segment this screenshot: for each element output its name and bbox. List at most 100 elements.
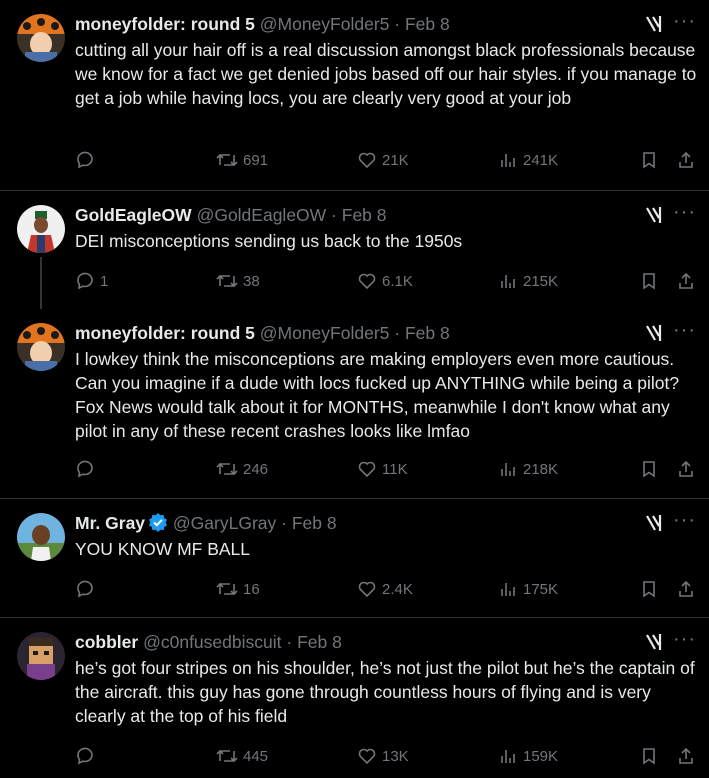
- timestamp[interactable]: Feb 8: [342, 205, 387, 225]
- view-count: 218K: [523, 460, 559, 478]
- action-bar: 1 38 6.1K 215K: [75, 271, 700, 295]
- like-count: 2.4K: [382, 580, 413, 598]
- more-options-icon[interactable]: ···: [673, 628, 696, 651]
- timestamp[interactable]: Feb 8: [297, 632, 342, 652]
- tweet[interactable]: moneyfolder: round 5 @MoneyFolder5 · Feb…: [0, 0, 709, 190]
- share-button[interactable]: [676, 579, 696, 599]
- retweet-button[interactable]: 246: [216, 459, 268, 479]
- retweet-button[interactable]: 16: [216, 579, 260, 599]
- tweet[interactable]: cobbler @c0nfusedbiscuit · Feb 8 ··· he’…: [0, 618, 709, 778]
- tweet-header: Mr. Gray @GaryLGray · Feb 8: [75, 511, 337, 538]
- share-icon: [676, 746, 696, 766]
- retweet-count: 246: [243, 460, 269, 478]
- grok-icon[interactable]: [645, 513, 665, 538]
- retweet-button[interactable]: 691: [216, 150, 268, 170]
- tweet[interactable]: GoldEagleOW @GoldEagleOW · Feb 8 ··· DEI…: [0, 191, 709, 309]
- retweet-count: 38: [243, 272, 260, 290]
- like-button[interactable]: 11K: [357, 459, 408, 479]
- display-name[interactable]: GoldEagleOW: [75, 205, 192, 225]
- timestamp[interactable]: Feb 8: [405, 323, 450, 343]
- dot-separator: ·: [389, 14, 405, 34]
- views-icon: [498, 150, 518, 170]
- more-options-icon[interactable]: ···: [673, 319, 696, 342]
- avatar[interactable]: [17, 513, 65, 561]
- reply-icon: [75, 459, 95, 479]
- reply-button[interactable]: [75, 579, 100, 599]
- view-count: 241K: [523, 151, 559, 169]
- reply-button[interactable]: 1: [75, 271, 108, 291]
- display-name[interactable]: moneyfolder: round 5: [75, 323, 255, 343]
- heart-icon: [357, 579, 377, 599]
- retweet-icon: [216, 746, 238, 766]
- action-bar: 445 13K 159K: [75, 746, 700, 770]
- handle[interactable]: @c0nfusedbiscuit: [143, 632, 281, 652]
- bookmark-button[interactable]: [639, 150, 659, 170]
- grok-icon[interactable]: [645, 14, 665, 39]
- heart-icon: [357, 150, 377, 170]
- thread-line: [40, 257, 42, 309]
- views-button[interactable]: 215K: [498, 271, 558, 291]
- like-button[interactable]: 6.1K: [357, 271, 413, 291]
- retweet-icon: [216, 150, 238, 170]
- share-button[interactable]: [676, 271, 696, 291]
- like-count: 21K: [382, 151, 409, 169]
- retweet-button[interactable]: 38: [216, 271, 260, 291]
- like-button[interactable]: 2.4K: [357, 579, 413, 599]
- like-button[interactable]: 21K: [357, 150, 409, 170]
- tweet-header: moneyfolder: round 5 @MoneyFolder5 · Feb…: [75, 12, 450, 36]
- retweet-count: 16: [243, 580, 260, 598]
- share-button[interactable]: [676, 150, 696, 170]
- retweet-icon: [216, 459, 238, 479]
- views-icon: [498, 579, 518, 599]
- reply-icon: [75, 150, 95, 170]
- like-button[interactable]: 13K: [357, 746, 409, 766]
- views-button[interactable]: 175K: [498, 579, 558, 599]
- bookmark-button[interactable]: [639, 459, 659, 479]
- share-button[interactable]: [676, 459, 696, 479]
- bookmark-button[interactable]: [639, 271, 659, 291]
- timestamp[interactable]: Feb 8: [292, 513, 337, 533]
- handle[interactable]: @MoneyFolder5: [260, 14, 390, 34]
- views-button[interactable]: 159K: [498, 746, 558, 766]
- avatar[interactable]: [17, 205, 65, 253]
- more-options-icon[interactable]: ···: [673, 10, 696, 33]
- timeline: moneyfolder: round 5 @MoneyFolder5 · Feb…: [0, 0, 709, 778]
- view-count: 175K: [523, 580, 559, 598]
- grok-icon[interactable]: [645, 205, 665, 230]
- handle[interactable]: @MoneyFolder5: [260, 323, 390, 343]
- grok-icon[interactable]: [645, 323, 665, 348]
- display-name[interactable]: moneyfolder: round 5: [75, 14, 255, 34]
- more-options-icon[interactable]: ···: [673, 201, 696, 224]
- avatar[interactable]: [17, 14, 65, 62]
- reply-icon: [75, 579, 95, 599]
- tweet-text: YOU KNOW MF BALL: [75, 539, 251, 559]
- bookmark-button[interactable]: [639, 746, 659, 766]
- bookmark-icon: [639, 579, 659, 599]
- tweet-header: moneyfolder: round 5 @MoneyFolder5 · Feb…: [75, 321, 450, 345]
- reply-button[interactable]: [75, 746, 100, 766]
- views-button[interactable]: 241K: [498, 150, 558, 170]
- views-icon: [498, 746, 518, 766]
- bookmark-button[interactable]: [639, 579, 659, 599]
- views-button[interactable]: 218K: [498, 459, 558, 479]
- share-icon: [676, 579, 696, 599]
- share-button[interactable]: [676, 746, 696, 766]
- display-name[interactable]: cobbler: [75, 632, 138, 652]
- tweet[interactable]: moneyfolder: round 5 @MoneyFolder5 · Feb…: [0, 309, 709, 498]
- avatar[interactable]: [17, 632, 65, 680]
- grok-icon[interactable]: [645, 632, 665, 657]
- retweet-button[interactable]: 445: [216, 746, 268, 766]
- reply-button[interactable]: [75, 459, 100, 479]
- share-icon: [676, 271, 696, 291]
- handle[interactable]: @GaryLGray: [173, 513, 276, 533]
- reply-button[interactable]: [75, 150, 100, 170]
- retweet-count: 691: [243, 151, 269, 169]
- view-count: 159K: [523, 747, 559, 765]
- timestamp[interactable]: Feb 8: [405, 14, 450, 34]
- handle[interactable]: @GoldEagleOW: [197, 205, 327, 225]
- tweet[interactable]: Mr. Gray @GaryLGray · Feb 8 ··· YOU KNOW…: [0, 499, 709, 617]
- more-options-icon[interactable]: ···: [673, 509, 696, 532]
- avatar[interactable]: [17, 323, 65, 371]
- display-name[interactable]: Mr. Gray: [75, 513, 145, 533]
- like-count: 11K: [382, 460, 408, 478]
